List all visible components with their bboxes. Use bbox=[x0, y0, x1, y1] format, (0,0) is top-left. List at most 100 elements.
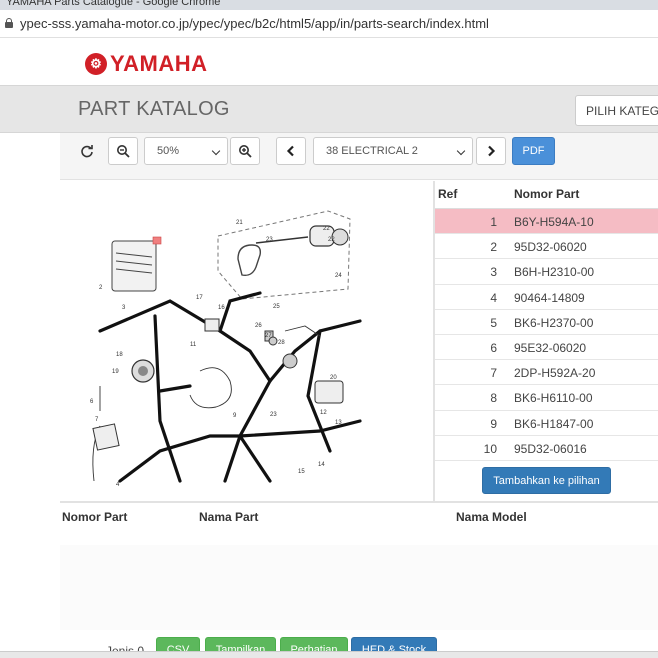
refresh-icon bbox=[81, 145, 93, 158]
svg-text:3: 3 bbox=[122, 305, 126, 311]
address-bar[interactable]: ypec-sss.yamaha-motor.co.jp/ypec/ypec/b2… bbox=[0, 10, 658, 38]
chevron-down-icon bbox=[456, 146, 466, 156]
selected-part-marker[interactable] bbox=[152, 236, 162, 245]
table-row[interactable]: 3 B6H-H2310-00 bbox=[435, 259, 658, 285]
svg-text:11: 11 bbox=[190, 342, 197, 348]
chevron-right-icon bbox=[488, 145, 496, 157]
horizontal-divider[interactable] bbox=[60, 501, 658, 503]
part-number-cell: 2DP-H592A-20 bbox=[514, 366, 596, 381]
catalog-header-band: PART KATALOG PILIH KATEGORI bbox=[0, 85, 658, 133]
svg-text:14: 14 bbox=[318, 462, 325, 468]
svg-text:26: 26 bbox=[255, 323, 262, 329]
page-select-value: 38 ELECTRICAL 2 bbox=[326, 145, 418, 157]
page-title: PART KATALOG bbox=[78, 98, 230, 120]
svg-text:24: 24 bbox=[335, 273, 342, 279]
ref-cell: 5 bbox=[490, 315, 497, 330]
next-page-button[interactable] bbox=[476, 137, 506, 165]
category-select[interactable]: PILIH KATEGORI bbox=[575, 95, 658, 126]
ref-cell: 1 bbox=[490, 215, 497, 229]
part-number-cell: B6Y-H594A-10 bbox=[514, 215, 594, 229]
sub-wires bbox=[92, 325, 321, 482]
selected-parts-panel bbox=[60, 545, 658, 630]
table-row[interactable]: 2 95D32-06020 bbox=[435, 234, 658, 260]
parts-table-header: Ref Nomor Part bbox=[435, 181, 658, 209]
tuning-fork-emblem-icon: ⚙ bbox=[85, 53, 107, 75]
svg-text:20: 20 bbox=[330, 375, 337, 381]
url-text[interactable]: ypec-sss.yamaha-motor.co.jp/ypec/ypec/b2… bbox=[20, 16, 489, 31]
zoom-out-icon bbox=[117, 145, 130, 158]
part-number-cell: BK6-H1847-00 bbox=[514, 416, 594, 431]
zoom-level-select[interactable]: 50% bbox=[144, 137, 228, 165]
ref-cell: 3 bbox=[490, 265, 497, 280]
browser-status-bar bbox=[0, 651, 658, 658]
svg-text:28: 28 bbox=[278, 340, 285, 346]
ref-column-header[interactable]: Ref bbox=[438, 187, 457, 201]
svg-text:19: 19 bbox=[112, 369, 119, 375]
part-number-cell: 95D32-06016 bbox=[514, 441, 587, 456]
page-select[interactable]: 38 ELECTRICAL 2 bbox=[313, 137, 473, 165]
part-number-column-header[interactable]: Nomor Part bbox=[514, 187, 579, 201]
part-number-cell: 95E32-06020 bbox=[514, 340, 587, 355]
chevron-down-icon bbox=[211, 146, 221, 156]
part-number-cell: B6H-H2310-00 bbox=[514, 265, 595, 280]
ref-cell: 8 bbox=[490, 391, 497, 406]
table-row[interactable]: 10 95D32-06016 bbox=[435, 436, 658, 461]
window-title: YAMAHA Parts Catalogue - Google Chrome bbox=[6, 0, 221, 8]
svg-text:9: 9 bbox=[233, 413, 237, 419]
zoom-in-button[interactable] bbox=[230, 137, 260, 165]
pdf-button[interactable]: PDF bbox=[512, 137, 555, 165]
table-row[interactable]: 1 B6Y-H594A-10 bbox=[435, 209, 658, 235]
selected-model-name-header: Nama Model bbox=[456, 510, 527, 524]
part-number-cell: BK6-H2370-00 bbox=[514, 315, 594, 330]
ref-cell: 7 bbox=[490, 366, 497, 381]
yamaha-logo[interactable]: ⚙ YAMAHA bbox=[85, 51, 208, 76]
svg-text:15: 15 bbox=[298, 469, 305, 475]
svg-text:23: 23 bbox=[266, 237, 273, 243]
table-row[interactable]: 7 2DP-H592A-20 bbox=[435, 360, 658, 386]
svg-text:17: 17 bbox=[196, 295, 203, 301]
selected-part-name-header: Nama Part bbox=[199, 510, 259, 524]
table-row[interactable]: 6 95E32-06020 bbox=[435, 335, 658, 361]
parts-table-body: 1 B6Y-H594A-10 2 95D32-06020 3 B6H-H2310-00 4 9… bbox=[435, 209, 658, 461]
lock-icon bbox=[5, 18, 13, 28]
window-titlebar: YAMAHA Parts Catalogue - Google Chrome bbox=[0, 0, 658, 10]
svg-text:23: 23 bbox=[270, 412, 277, 418]
previous-page-button[interactable] bbox=[276, 137, 306, 165]
ref-cell: 4 bbox=[490, 290, 497, 305]
refresh-button[interactable] bbox=[72, 137, 102, 165]
svg-text:13: 13 bbox=[335, 420, 342, 426]
ref-cell: 10 bbox=[483, 441, 497, 456]
zoom-out-button[interactable] bbox=[108, 137, 138, 165]
ref-cell: 9 bbox=[490, 416, 497, 431]
table-row[interactable]: 5 BK6-H2370-00 bbox=[435, 310, 658, 335]
svg-text:4: 4 bbox=[116, 482, 120, 488]
add-to-selection-button[interactable]: Tambahkan ke pilihan bbox=[482, 467, 611, 494]
selected-part-number-header: Nomor Part bbox=[62, 510, 128, 524]
parts-table: Ref Nomor Part 1 B6Y-H594A-10 2 95D32-06020… bbox=[435, 181, 658, 461]
table-row[interactable]: 9 BK6-H1847-00 bbox=[435, 411, 658, 436]
svg-text:6: 6 bbox=[90, 399, 94, 405]
parts-diagram[interactable]: 2 3 17 16 21 23 22 22 24 25 26 27 28 18 19 20 12 13 … bbox=[60, 181, 433, 501]
svg-text:21: 21 bbox=[236, 220, 243, 226]
ref-cell: 2 bbox=[490, 240, 497, 255]
table-row[interactable]: 4 90464-14809 bbox=[435, 285, 658, 310]
diagram-toolbar: 50% 38 ELECTRICAL 2 PDF bbox=[60, 133, 658, 180]
chevron-left-icon bbox=[286, 145, 294, 157]
svg-text:12: 12 bbox=[320, 410, 327, 416]
svg-text:18: 18 bbox=[116, 352, 123, 358]
wiring-harness-drawing: 2317 162123 222224 252627 281819 201213 … bbox=[90, 210, 362, 488]
svg-text:25: 25 bbox=[273, 304, 280, 310]
part-number-cell: 90464-14809 bbox=[514, 290, 585, 305]
table-row[interactable]: 8 BK6-H6110-00 bbox=[435, 385, 658, 411]
logo-wordmark: YAMAHA bbox=[110, 51, 208, 76]
svg-text:22: 22 bbox=[328, 237, 335, 243]
zoom-in-icon bbox=[239, 145, 252, 158]
part-number-cell: 95D32-06020 bbox=[514, 240, 587, 255]
ecu-unit-drawing bbox=[111, 240, 157, 292]
zoom-level-value: 50% bbox=[157, 145, 180, 157]
svg-text:22: 22 bbox=[323, 226, 330, 232]
svg-text:7: 7 bbox=[95, 417, 99, 423]
svg-text:2: 2 bbox=[99, 285, 103, 291]
svg-text:27: 27 bbox=[265, 333, 272, 339]
part-number-cell: BK6-H6110-00 bbox=[514, 391, 593, 406]
